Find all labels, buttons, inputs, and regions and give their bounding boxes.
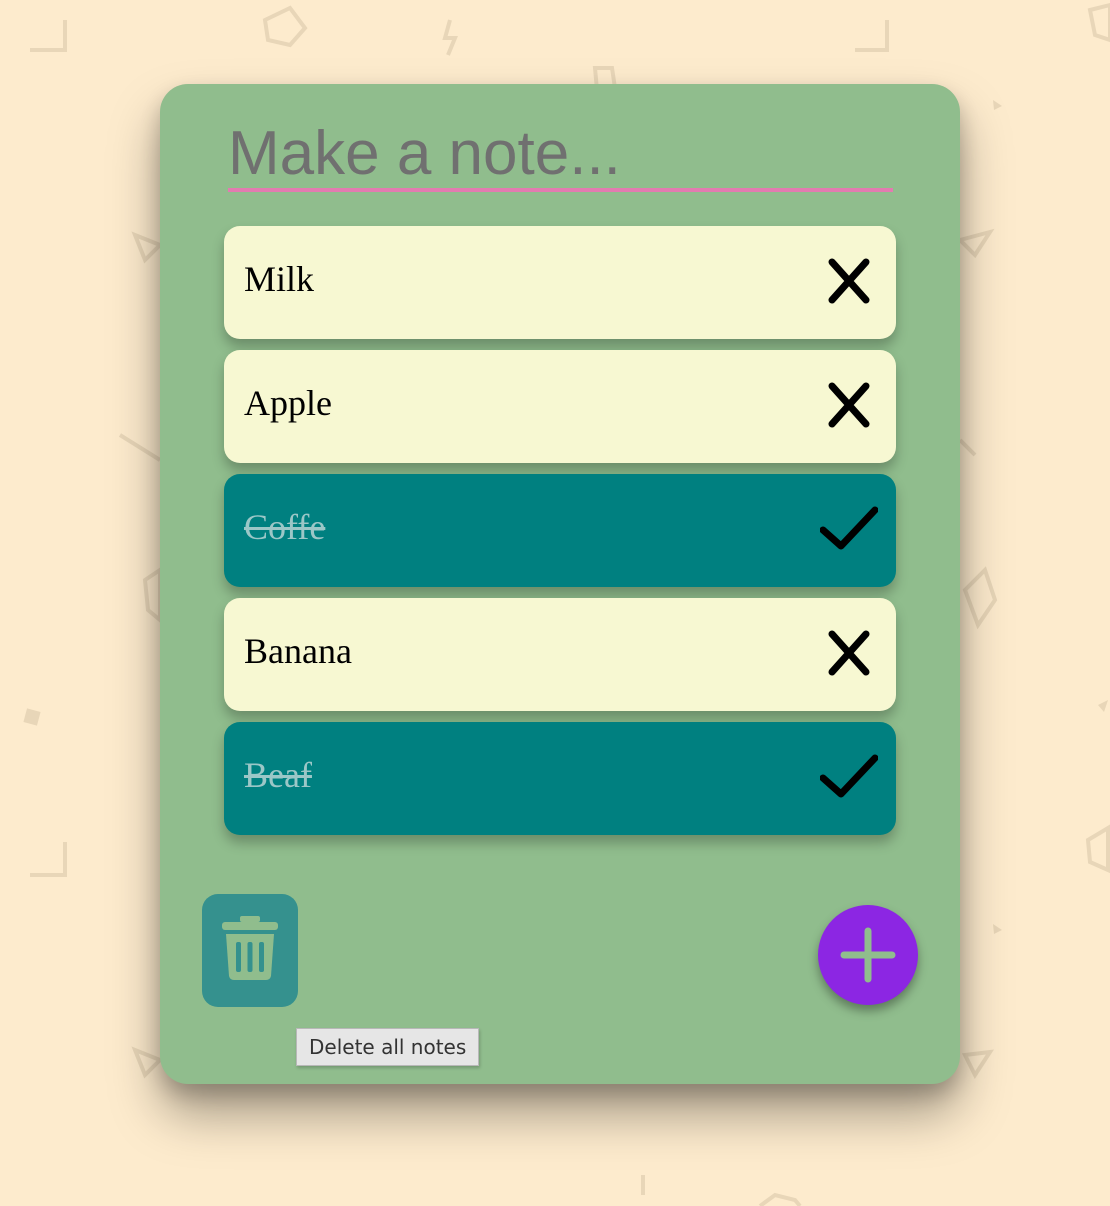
close-icon[interactable] bbox=[820, 256, 878, 308]
trash-icon bbox=[222, 916, 278, 980]
close-icon[interactable] bbox=[820, 380, 878, 432]
delete-all-tooltip: Delete all notes bbox=[296, 1028, 480, 1066]
notes-list: Milk Apple Coffe Banana Beaf bbox=[224, 226, 896, 846]
note-item-milk[interactable]: Milk bbox=[224, 226, 896, 339]
note-text: Banana bbox=[244, 631, 352, 671]
note-item-banana[interactable]: Banana bbox=[224, 598, 896, 711]
note-text: Milk bbox=[244, 259, 315, 299]
check-icon[interactable] bbox=[819, 504, 879, 556]
add-note-button[interactable] bbox=[818, 905, 918, 1005]
note-item-beaf[interactable]: Beaf bbox=[224, 722, 896, 835]
note-item-apple[interactable]: Apple bbox=[224, 350, 896, 463]
delete-all-button[interactable] bbox=[202, 894, 298, 1007]
note-item-coffe[interactable]: Coffe bbox=[224, 474, 896, 587]
plus-icon bbox=[840, 927, 896, 983]
close-icon[interactable] bbox=[820, 628, 878, 680]
note-text: Beaf bbox=[244, 755, 312, 795]
note-text: Apple bbox=[244, 383, 332, 423]
note-input[interactable] bbox=[228, 118, 893, 192]
check-icon[interactable] bbox=[819, 752, 879, 804]
notes-card: Milk Apple Coffe Banana Beaf bbox=[160, 84, 960, 1084]
note-text: Coffe bbox=[244, 507, 326, 547]
